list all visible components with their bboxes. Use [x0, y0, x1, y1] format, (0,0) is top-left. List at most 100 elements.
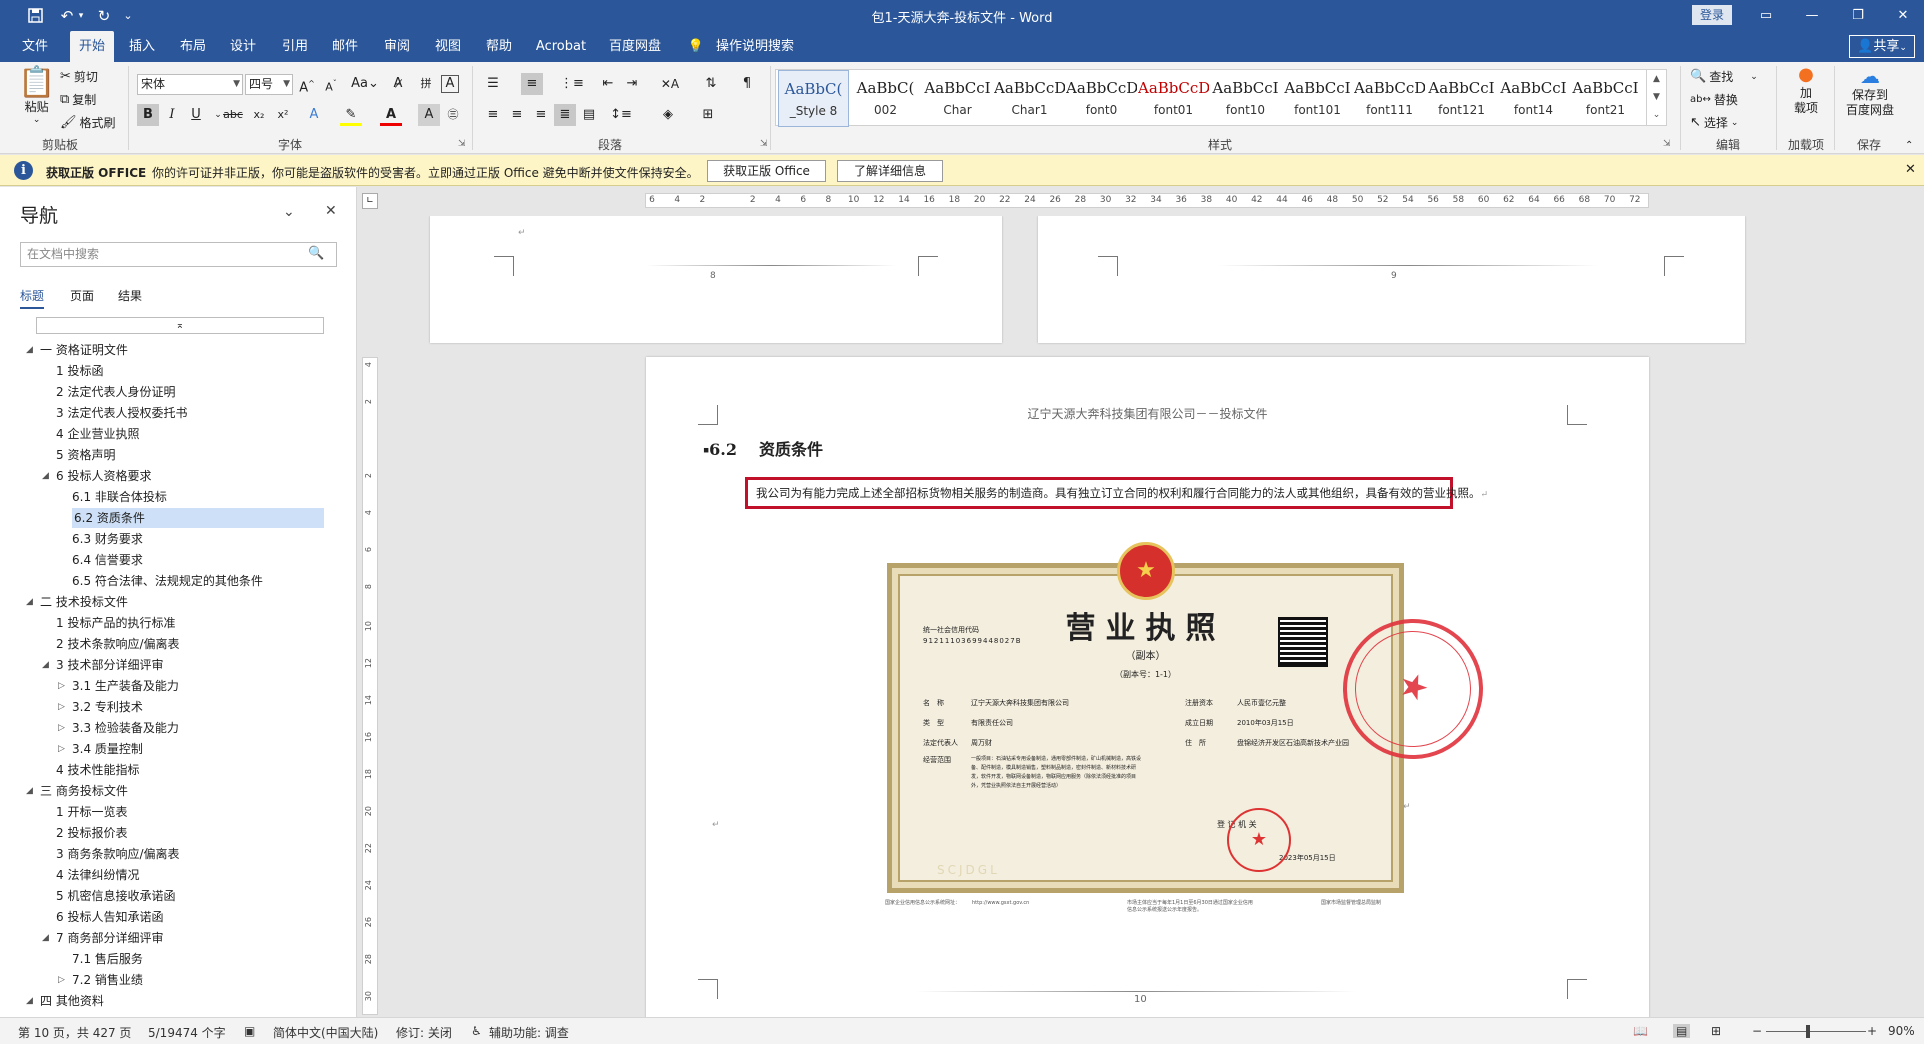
enclose-char-icon[interactable]: ㊂ — [442, 104, 464, 126]
style-item[interactable]: AaBbCcDc font0 — [1066, 70, 1137, 127]
tab-file[interactable]: 文件 — [14, 31, 56, 62]
nav-heading-item[interactable]: 6.2 资质条件 — [72, 508, 324, 528]
select-button[interactable]: ↖ 选择 ⌄ — [1690, 114, 1738, 131]
char-border-icon[interactable]: A — [441, 75, 459, 93]
collapse-triangle-icon[interactable]: ◢ — [42, 471, 49, 481]
tab-insert[interactable]: 插入 — [122, 31, 162, 62]
borders-icon[interactable]: ⊞ — [697, 104, 719, 126]
web-layout-icon[interactable]: ⊞ — [1711, 1024, 1721, 1038]
style-item[interactable]: AaBbCcI font121 — [1426, 70, 1497, 127]
business-license-image[interactable]: ★ 营业执照 （副本） （副本号：1-1） 统一社会信用代码 912111036… — [885, 542, 1404, 913]
lightbulb-icon[interactable]: 💡 — [686, 31, 706, 62]
nav-heading-item[interactable]: 3.1 生产装备及能力 — [72, 676, 179, 696]
chevron-down-icon[interactable]: ⌄ — [283, 204, 295, 220]
section-heading[interactable]: ▪6.2 资质条件 — [703, 436, 823, 460]
char-shading-icon[interactable]: A — [418, 104, 440, 126]
dialog-launcher-icon[interactable]: ⇲ — [458, 139, 466, 149]
nav-heading-item[interactable]: 二 技术投标文件 — [40, 592, 128, 612]
read-mode-icon[interactable]: 📖 — [1633, 1024, 1648, 1038]
styles-scroll-icon[interactable]: ▲ ▼ ⌄ — [1646, 70, 1666, 125]
nav-heading-item[interactable]: 4 企业营业执照 — [56, 424, 139, 444]
paste-button[interactable]: 📋 粘贴 ⌄ — [18, 68, 55, 126]
nav-heading-item[interactable]: 四 其他资料 — [40, 991, 104, 1011]
asian-layout-icon[interactable]: ✕A — [659, 73, 681, 95]
tab-references[interactable]: 引用 — [275, 31, 315, 62]
close-icon[interactable]: ✕ — [1880, 0, 1924, 31]
nav-tab-results[interactable]: 结果 — [118, 287, 142, 304]
zoom-in-icon[interactable]: + — [1867, 1024, 1877, 1038]
nav-heading-item[interactable]: 4 技术性能指标 — [56, 760, 139, 780]
expand-triangle-icon[interactable]: ▷ — [58, 681, 65, 691]
dialog-launcher-icon[interactable]: ⇲ — [760, 139, 768, 149]
show-marks-icon[interactable]: ¶ — [736, 73, 758, 95]
style-item[interactable]: AaBbCcDc Char1 — [994, 70, 1065, 127]
collapse-triangle-icon[interactable]: ◢ — [26, 996, 33, 1006]
collapse-triangle-icon[interactable]: ◢ — [26, 345, 33, 355]
italic-button[interactable]: I — [161, 104, 183, 126]
zoom-slider[interactable] — [1766, 1031, 1866, 1032]
format-painter-button[interactable]: 🖌 格式刷 — [60, 114, 116, 131]
nav-heading-item[interactable]: 6.1 非联合体投标 — [72, 487, 167, 507]
collapse-triangle-icon[interactable]: ◢ — [26, 786, 33, 796]
text-effects-icon[interactable]: A — [303, 104, 325, 126]
nav-heading-item[interactable]: 3.3 检验装备及能力 — [72, 718, 179, 738]
nav-tab-pages[interactable]: 页面 — [70, 287, 94, 304]
nav-heading-item[interactable]: 3.4 质量控制 — [72, 739, 143, 759]
tab-home[interactable]: 开始 — [70, 31, 114, 62]
increase-indent-icon[interactable]: ⇥ — [621, 73, 643, 95]
nav-heading-item[interactable]: 1 投标产品的执行标准 — [56, 613, 175, 633]
phonetic-guide-icon[interactable]: 拼 — [415, 73, 437, 95]
nav-heading-item[interactable]: 三 商务投标文件 — [40, 781, 128, 801]
tab-selector-icon[interactable]: ∟ — [362, 193, 378, 209]
change-case-button[interactable]: Aa⌄ — [350, 73, 380, 95]
font-size-combo[interactable]: 四号 ▼ — [245, 74, 293, 95]
close-icon[interactable]: ✕ — [1905, 162, 1916, 177]
nav-heading-item[interactable]: 5 机密信息接收承诺函 — [56, 886, 175, 906]
collapse-triangle-icon[interactable]: ◢ — [26, 597, 33, 607]
multilevel-list-icon[interactable]: ⋮≡ — [560, 73, 584, 95]
grow-font-button[interactable]: A^ — [296, 73, 318, 95]
clear-format-icon[interactable]: A̷ — [387, 73, 409, 95]
login-button[interactable]: 登录 — [1692, 5, 1732, 25]
style-item[interactable]: AaBbC(_Style 8 — [778, 70, 849, 127]
expand-triangle-icon[interactable]: ▷ — [58, 723, 65, 733]
nav-search-input[interactable]: 在文档中搜索 — [20, 242, 337, 267]
sort-icon[interactable]: ⇅ — [700, 73, 722, 95]
nav-tab-headings[interactable]: 标题 — [20, 287, 45, 309]
collapse-triangle-icon[interactable]: ◢ — [42, 933, 49, 943]
vertical-ruler[interactable]: 4 2 2 4 6 8 10 12 14 16 18 20 22 24 26 28 30 — [362, 357, 378, 1015]
nav-heading-item[interactable]: 一 资格证明文件 — [40, 340, 128, 360]
tab-mailings[interactable]: 邮件 — [325, 31, 365, 62]
distributed-icon[interactable]: ▤ — [578, 104, 600, 126]
accessibility-icon[interactable]: ♿ — [471, 1024, 482, 1038]
minimize-icon[interactable]: — — [1789, 0, 1835, 31]
decrease-indent-icon[interactable]: ⇤ — [597, 73, 619, 95]
style-item[interactable]: AaBbCcI font10 — [1210, 70, 1281, 127]
collapse-triangle-icon[interactable]: ◢ — [42, 660, 49, 670]
tab-acrobat[interactable]: Acrobat — [532, 31, 590, 62]
collapse-ribbon-icon[interactable]: ⌃ — [1905, 140, 1913, 151]
find-button[interactable]: 🔍 查找 ⌄ — [1690, 68, 1758, 85]
word-count[interactable]: 5/19474 个字 — [148, 1024, 226, 1041]
tab-design[interactable]: 设计 — [223, 31, 263, 62]
expand-triangle-icon[interactable]: ▷ — [58, 975, 65, 985]
replace-button[interactable]: ab↔ 替换 — [1690, 91, 1738, 108]
print-layout-icon[interactable]: ▤ — [1673, 1024, 1691, 1038]
align-right-icon[interactable]: ≡ — [530, 104, 552, 126]
nav-heading-item[interactable]: 6 投标人资格要求 — [56, 466, 151, 486]
nav-heading-item[interactable]: 3 商务条款响应/偏离表 — [56, 844, 180, 864]
nav-heading-item[interactable]: 7.1 售后服务 — [72, 949, 143, 969]
tab-layout[interactable]: 布局 — [173, 31, 213, 62]
zoom-slider-thumb[interactable] — [1806, 1025, 1810, 1038]
nav-heading-item[interactable]: 7.2 销售业绩 — [72, 970, 143, 990]
tab-help[interactable]: 帮助 — [479, 31, 519, 62]
font-color-icon[interactable]: A — [380, 104, 402, 126]
nav-heading-item[interactable]: 2 法定代表人身份证明 — [56, 382, 175, 402]
font-name-combo[interactable]: 宋体 ▼ — [137, 74, 243, 95]
save-to-baidu-button[interactable]: ☁ 保存到 百度网盘 — [1836, 66, 1904, 118]
nav-heading-item[interactable]: 6.4 信誉要求 — [72, 550, 143, 570]
tab-review[interactable]: 审阅 — [377, 31, 417, 62]
nav-heading-item[interactable]: 2 投标报价表 — [56, 823, 127, 843]
cut-button[interactable]: ✂ 剪切 — [60, 68, 98, 85]
nav-heading-item[interactable]: 5 资格声明 — [56, 445, 115, 465]
